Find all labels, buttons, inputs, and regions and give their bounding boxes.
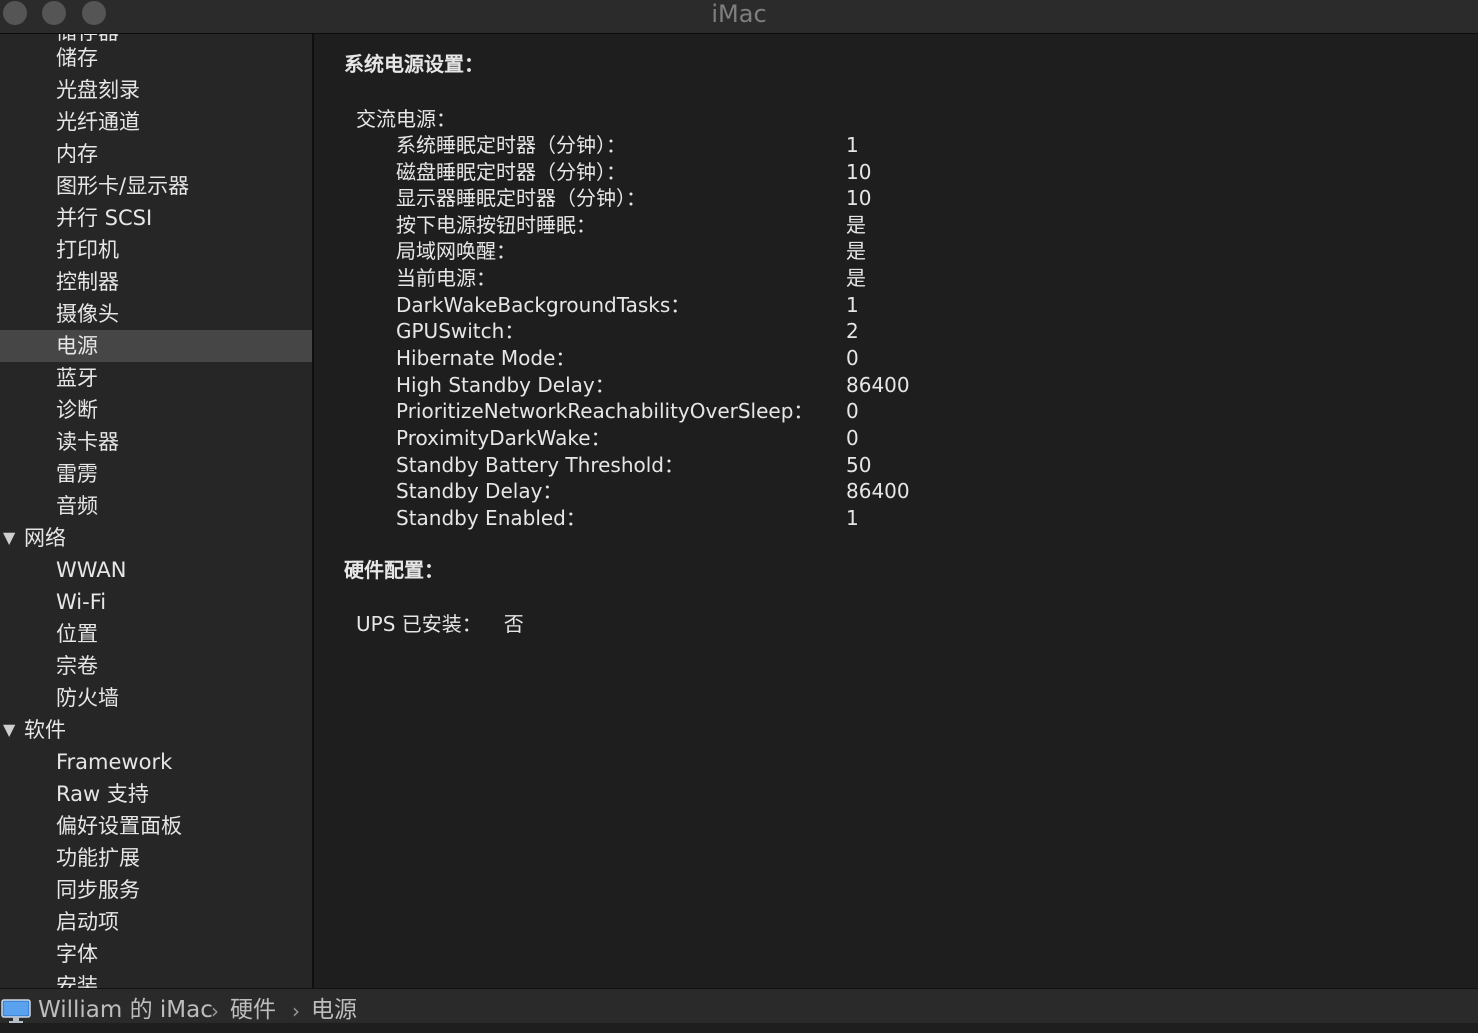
setting-row: Standby Battery Threshold： 50 bbox=[396, 453, 872, 477]
breadcrumb-separator-icon: › bbox=[292, 999, 300, 1023]
detail-pane[interactable]: 系统电源设置： 交流电源： 系统睡眠定时器（分钟）： 1 磁盘睡眠定时器（分钟）：… bbox=[314, 34, 1478, 988]
sidebar-item-label: 内存 bbox=[56, 142, 98, 166]
sidebar-item-label: 储存 bbox=[56, 46, 98, 70]
setting-row: Standby Delay： 86400 bbox=[396, 479, 910, 503]
sidebar-item-card-reader[interactable]: 读卡器 bbox=[0, 426, 312, 458]
sidebar-item-label: 并行 SCSI bbox=[56, 206, 153, 230]
sidebar-item-fibre-channel[interactable]: 光纤通道 bbox=[0, 106, 312, 138]
setting-row: 系统睡眠定时器（分钟）： 1 bbox=[396, 133, 859, 157]
sidebar-item-printers[interactable]: 打印机 bbox=[0, 234, 312, 266]
sidebar-item-power[interactable]: 电源 bbox=[0, 330, 312, 362]
setting-row: 局域网唤醒：是 bbox=[396, 239, 866, 263]
breadcrumb-power[interactable]: 电源 bbox=[311, 989, 357, 1031]
sidebar-item-preference-panes[interactable]: 偏好设置面板 bbox=[0, 810, 312, 842]
sidebar-item-label: 光盘刻录 bbox=[56, 78, 140, 102]
sidebar-item-label: 读卡器 bbox=[56, 430, 119, 454]
sidebar-item-label: 光纤通道 bbox=[56, 110, 140, 134]
hardware-config-heading: 硬件配置： bbox=[344, 558, 444, 582]
sidebar-item-disc-burning[interactable]: 光盘刻录 bbox=[0, 74, 312, 106]
ac-power-label: 交流电源： bbox=[356, 107, 456, 131]
sidebar-item-label: 雷雳 bbox=[56, 462, 98, 486]
sidebar-item-wifi[interactable]: Wi-Fi bbox=[0, 586, 312, 618]
sidebar-item-extensions[interactable]: 功能扩展 bbox=[0, 842, 312, 874]
path-bar: William 的 iMac › 硬件 › 电源 bbox=[0, 988, 1478, 1023]
sidebar-item-sync-services[interactable]: 同步服务 bbox=[0, 874, 312, 906]
setting-row: GPUSwitch： 2 bbox=[396, 319, 859, 343]
sidebar-item-raw-support[interactable]: Raw 支持 bbox=[0, 778, 312, 810]
setting-row: Hibernate Mode： 0 bbox=[396, 346, 859, 370]
sidebar-item-label: 启动项 bbox=[56, 910, 119, 934]
sidebar-item-label: 打印机 bbox=[56, 238, 119, 262]
sidebar-item-label: 图形卡/显示器 bbox=[56, 174, 190, 198]
sidebar-section-network[interactable]: ▼ 网络 bbox=[0, 522, 312, 554]
sidebar-item-label: 防火墙 bbox=[56, 686, 119, 710]
sidebar-item-camera[interactable]: 摄像头 bbox=[0, 298, 312, 330]
sidebar-section-label: 网络 bbox=[24, 526, 66, 550]
setting-row: 当前电源：是 bbox=[396, 266, 866, 290]
sidebar-item-graphics-displays[interactable]: 图形卡/显示器 bbox=[0, 170, 312, 202]
setting-row: ProximityDarkWake： 0 bbox=[396, 426, 859, 450]
sidebar-item-label: Raw 支持 bbox=[56, 782, 149, 806]
imac-icon bbox=[1, 999, 31, 1023]
sidebar-item-label: WWAN bbox=[56, 558, 127, 582]
sidebar-item-memory[interactable]: 内存 bbox=[0, 138, 312, 170]
ups-installed-label: UPS 已安装： bbox=[356, 612, 482, 636]
sidebar-item-label: 偏好设置面板 bbox=[56, 814, 182, 838]
ups-installed-value: 否 bbox=[503, 612, 524, 636]
sidebar-item-firewall[interactable]: 防火墙 bbox=[0, 682, 312, 714]
sidebar-item-label: 宗卷 bbox=[56, 654, 98, 678]
sidebar-item-installations[interactable]: 安装 bbox=[0, 970, 312, 988]
power-settings-heading: 系统电源设置： bbox=[344, 52, 484, 76]
sidebar[interactable]: 储存器 储存 光盘刻录 光纤通道 内存 图形卡/显示器 并行 SCSI 打印机 … bbox=[0, 34, 314, 988]
sidebar-item-bluetooth[interactable]: 蓝牙 bbox=[0, 362, 312, 394]
sidebar-item-volumes[interactable]: 宗卷 bbox=[0, 650, 312, 682]
sidebar-item-label: 诊断 bbox=[56, 398, 98, 422]
sidebar-section-label: 软件 bbox=[24, 718, 66, 742]
sidebar-item-label: Wi-Fi bbox=[56, 590, 107, 614]
sidebar-item-controller[interactable]: 控制器 bbox=[0, 266, 312, 298]
sidebar-item-audio[interactable]: 音频 bbox=[0, 490, 312, 522]
breadcrumb-computer[interactable]: William 的 iMac bbox=[38, 989, 213, 1031]
sidebar-item-diagnostics[interactable]: 诊断 bbox=[0, 394, 312, 426]
sidebar-item-wwan[interactable]: WWAN bbox=[0, 554, 312, 586]
disclosure-triangle-icon[interactable]: ▼ bbox=[3, 714, 15, 746]
sidebar-item-label: 蓝牙 bbox=[56, 366, 98, 390]
sidebar-section-software[interactable]: ▼ 软件 bbox=[0, 714, 312, 746]
window-title: iMac bbox=[711, 0, 767, 28]
sidebar-item-framework[interactable]: Framework bbox=[0, 746, 312, 778]
sidebar-item-thunderbolt[interactable]: 雷雳 bbox=[0, 458, 312, 490]
setting-row: High Standby Delay： 86400 bbox=[396, 373, 910, 397]
ups-installed-row: UPS 已安装： 否 bbox=[356, 610, 524, 638]
sidebar-item-label: 电源 bbox=[56, 334, 98, 358]
setting-row: DarkWakeBackgroundTasks： 1 bbox=[396, 293, 859, 317]
window-titlebar: iMac bbox=[0, 0, 1478, 34]
setting-row: Standby Enabled： 1 bbox=[396, 506, 859, 530]
sidebar-item-storage[interactable]: 储存 bbox=[0, 42, 312, 74]
sidebar-item-label: 同步服务 bbox=[56, 878, 140, 902]
setting-row: PrioritizeNetworkReachabilityOverSleep： 0 bbox=[396, 399, 859, 423]
sidebar-item-label: Framework bbox=[56, 750, 173, 774]
sidebar-item-parallel-scsi[interactable]: 并行 SCSI bbox=[0, 202, 312, 234]
sidebar-item-label: 安装 bbox=[56, 974, 98, 988]
sidebar-item-label: 控制器 bbox=[56, 270, 119, 294]
sidebar-item-locations[interactable]: 位置 bbox=[0, 618, 312, 650]
disclosure-triangle-icon[interactable]: ▼ bbox=[3, 522, 15, 554]
sidebar-item-startup-items[interactable]: 启动项 bbox=[0, 906, 312, 938]
setting-row: 按下电源按钮时睡眠：是 bbox=[396, 213, 866, 237]
sidebar-item-label: 音频 bbox=[56, 494, 98, 518]
sidebar-item-fonts[interactable]: 字体 bbox=[0, 938, 312, 970]
sidebar-item-label: 字体 bbox=[56, 942, 98, 966]
setting-row: 显示器睡眠定时器（分钟）： 10 bbox=[396, 186, 872, 210]
sidebar-item-label: 位置 bbox=[56, 622, 98, 646]
breadcrumb-separator-icon: › bbox=[211, 999, 219, 1023]
sidebar-item-label: 功能扩展 bbox=[56, 846, 140, 870]
breadcrumb-hardware[interactable]: 硬件 bbox=[230, 989, 276, 1031]
sidebar-item-label: 摄像头 bbox=[56, 302, 119, 326]
setting-row: 磁盘睡眠定时器（分钟）： 10 bbox=[396, 160, 872, 184]
